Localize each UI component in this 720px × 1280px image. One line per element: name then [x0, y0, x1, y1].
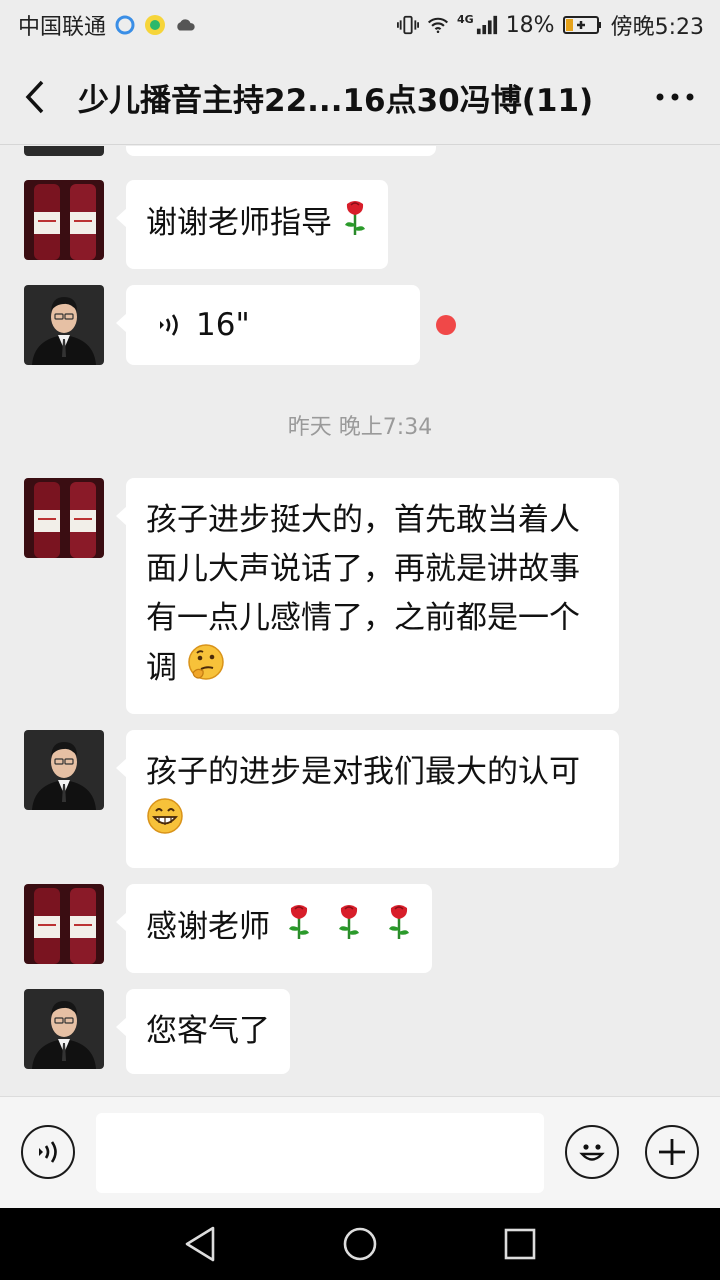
vibrate-icon — [397, 14, 419, 36]
rose-icon — [286, 902, 312, 955]
status-right: 4G 18% 傍晚5:23 — [397, 9, 704, 41]
voice-wave-icon — [160, 314, 178, 336]
voice-wave-icon — [39, 1141, 57, 1163]
voice-input-button[interactable] — [21, 1125, 75, 1179]
status-left: 中国联通 — [18, 9, 196, 41]
message-text: 谢谢老师指导 — [146, 205, 332, 241]
smiley-face-icon — [579, 1144, 605, 1161]
back-button[interactable] — [0, 50, 70, 145]
message-item: 谢谢老师指导 — [0, 180, 720, 269]
message-text: 您客气了 — [146, 1013, 270, 1049]
thinking-face-icon — [187, 643, 225, 696]
message-item: 16" — [0, 285, 720, 365]
nav-back-button[interactable] — [170, 1214, 230, 1274]
avatar-teacher[interactable] — [24, 146, 104, 156]
message-bubble-partial — [126, 146, 436, 156]
message-item: 感谢老师 — [0, 884, 720, 973]
message-bubble[interactable]: 您客气了 — [116, 989, 290, 1074]
avatar-teacher[interactable] — [24, 989, 104, 1069]
avatar-parent[interactable] — [24, 884, 104, 964]
nav-recents-button[interactable] — [490, 1214, 550, 1274]
carrier-label: 中国联通 — [18, 15, 107, 40]
voice-message: 16" — [146, 303, 400, 347]
message-item: 您客气了 — [0, 989, 720, 1074]
message-timestamp: 昨天 晚上7:34 — [287, 415, 433, 440]
clock: 傍晚5:23 — [610, 15, 704, 40]
cloud-icon — [174, 14, 196, 36]
music-app-icon — [144, 14, 166, 36]
message-bubble[interactable]: 谢谢老师指导 — [116, 180, 388, 269]
avatar-teacher[interactable] — [24, 285, 104, 365]
message-text: 孩子的进步是对我们最大的认可 — [146, 754, 580, 790]
circle-home-icon — [343, 1227, 377, 1261]
chevron-left-icon — [25, 80, 44, 114]
more-dots-icon — [656, 93, 694, 101]
unread-indicator — [436, 315, 456, 335]
rose-icon — [336, 902, 362, 955]
message-bubble[interactable]: 孩子进步挺大的，首先敢当着人面儿大声说话了，再就是讲故事有一点儿感情了，之前都是… — [116, 478, 619, 714]
rose-icon — [386, 902, 412, 955]
square-recents-icon — [504, 1228, 536, 1260]
nav-home-button[interactable] — [330, 1214, 390, 1274]
rose-icon — [342, 198, 368, 251]
status-bar: 中国联通 4G 18% 傍晚5:23 — [0, 0, 720, 50]
network-type-label: 4G — [457, 13, 474, 26]
grin-face-icon — [146, 797, 184, 850]
emoji-button[interactable] — [565, 1125, 619, 1179]
message-partial — [0, 146, 720, 156]
browser-app-icon — [114, 14, 136, 36]
system-nav-bar — [0, 1208, 720, 1280]
wifi-icon — [427, 14, 449, 36]
battery-percent: 18% — [505, 12, 555, 38]
battery-charging-icon — [562, 14, 603, 36]
message-list[interactable]: 谢谢老师指导 16" 昨天 晚上7:34 孩子进步挺大的，首先敢当着人面儿大声说… — [0, 146, 720, 1094]
message-input[interactable] — [96, 1113, 544, 1193]
chat-title: 少儿播音主持22...16点30冯博(11) — [78, 82, 594, 119]
chat-header: 少儿播音主持22...16点30冯博(11) — [0, 50, 720, 145]
message-text: 感谢老师 — [146, 909, 270, 945]
avatar-teacher[interactable] — [24, 730, 104, 810]
message-item: 孩子的进步是对我们最大的认可 — [0, 730, 720, 868]
plus-icon — [659, 1139, 685, 1165]
message-bubble[interactable]: 孩子的进步是对我们最大的认可 — [116, 730, 619, 868]
more-functions-button[interactable] — [645, 1125, 699, 1179]
avatar-parent[interactable] — [24, 180, 104, 260]
voice-message-bubble[interactable]: 16" — [116, 285, 420, 365]
signal-icon — [476, 14, 498, 36]
message-item: 孩子进步挺大的，首先敢当着人面儿大声说话了，再就是讲故事有一点儿感情了，之前都是… — [0, 478, 720, 714]
message-bubble[interactable]: 感谢老师 — [116, 884, 432, 973]
avatar-parent[interactable] — [24, 478, 104, 558]
more-options-button[interactable] — [630, 50, 720, 145]
input-bar — [0, 1096, 720, 1208]
voice-duration: 16" — [196, 306, 250, 343]
triangle-back-icon — [185, 1226, 215, 1262]
